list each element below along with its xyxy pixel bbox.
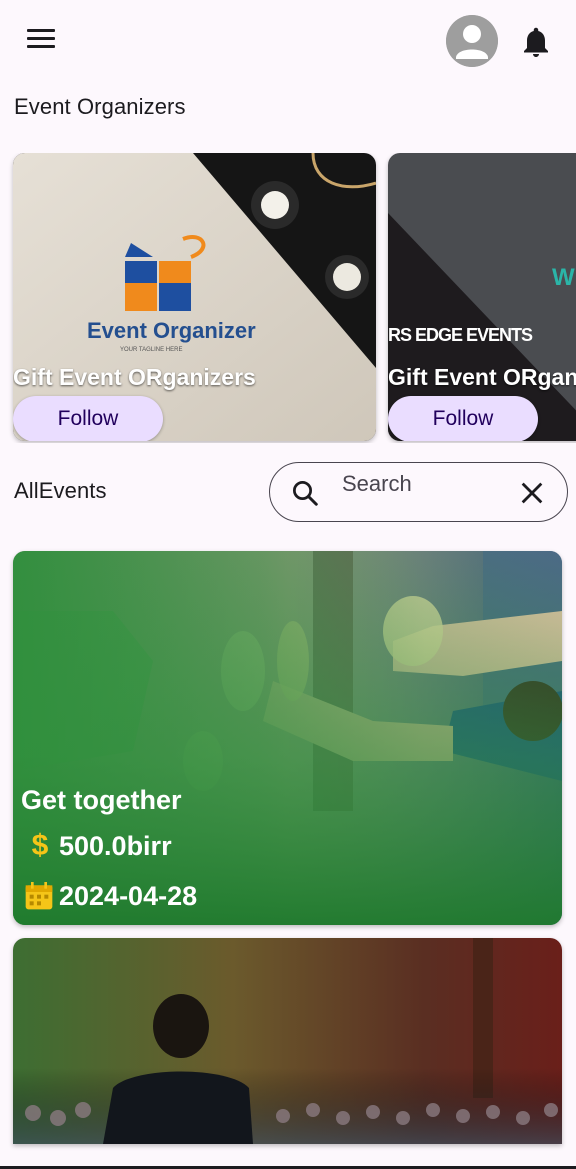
top-app-bar xyxy=(0,0,576,82)
event-card[interactable] xyxy=(13,938,562,1144)
search-bar[interactable] xyxy=(269,462,568,522)
account-circle-icon[interactable] xyxy=(446,15,498,67)
follow-button[interactable]: Follow xyxy=(388,396,538,441)
search-icon xyxy=(293,481,318,506)
organizer-logo-text: Event Organizer xyxy=(87,318,256,343)
organizer-name: Gift Event ORganizers xyxy=(388,364,576,390)
organizer-card[interactable]: Event Organizer YOUR TAGLINE HERE Gift E… xyxy=(13,153,376,441)
dollar-icon: $ xyxy=(31,829,49,862)
organizer-card[interactable]: W RS EDGE EVENTS Gift Event ORganizers F… xyxy=(388,153,576,441)
svg-text:W: W xyxy=(552,264,575,291)
event-price: 500.0birr xyxy=(59,830,172,861)
menu-icon[interactable] xyxy=(22,24,62,58)
organizer-banner-text: RS EDGE EVENTS xyxy=(388,325,533,345)
close-icon[interactable] xyxy=(518,479,546,507)
bell-icon[interactable] xyxy=(518,24,554,60)
all-events-title: AllEvents xyxy=(14,478,107,503)
event-date: 2024-04-28 xyxy=(59,880,198,911)
organizers-carousel[interactable]: Event Organizer YOUR TAGLINE HERE Gift E… xyxy=(0,153,576,443)
event-price-row: $ 500.0birr xyxy=(21,829,172,863)
event-card-image xyxy=(13,938,562,1144)
search-input[interactable] xyxy=(342,469,502,499)
event-card[interactable]: Get together $ 500.0birr 2024-04-28 xyxy=(13,551,562,925)
organizer-logo-tagline: YOUR TAGLINE HERE xyxy=(120,347,182,353)
event-card-image xyxy=(13,551,562,925)
calendar-icon xyxy=(25,882,53,910)
organizer-name: Gift Event ORganizers xyxy=(13,364,256,390)
follow-button[interactable]: Follow xyxy=(13,396,163,441)
app-screen: Event Organizers Event Organizer YOUR TA… xyxy=(0,0,576,1169)
organizers-section-title: Event Organizers xyxy=(14,94,186,119)
event-title: Get together xyxy=(21,785,182,815)
event-date-row: 2024-04-28 xyxy=(23,879,197,913)
